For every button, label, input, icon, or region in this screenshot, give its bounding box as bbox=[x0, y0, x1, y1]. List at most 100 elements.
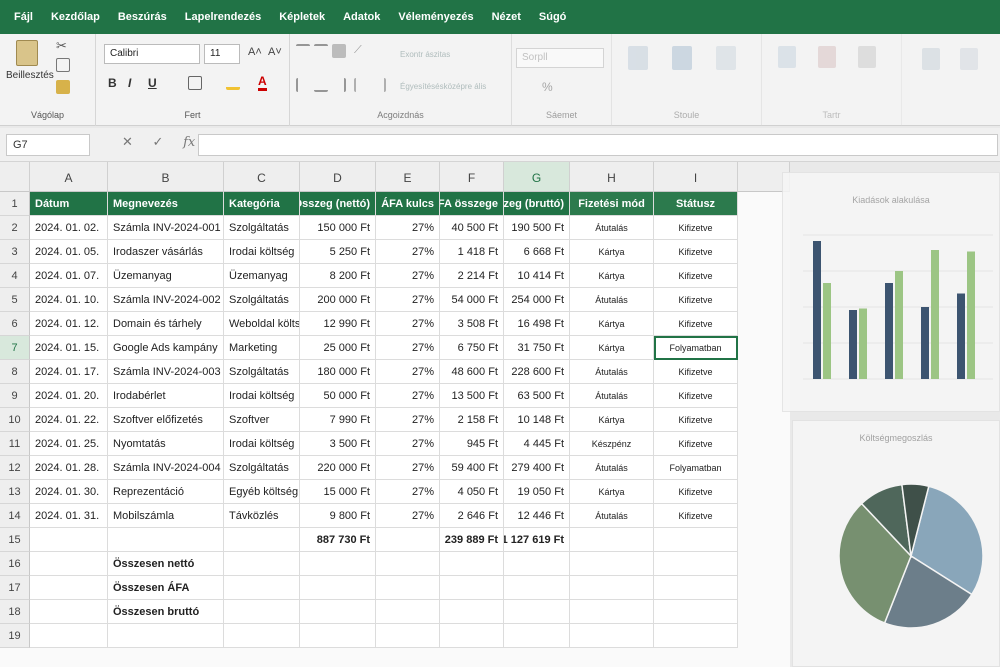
cell[interactable] bbox=[300, 600, 376, 624]
row-header[interactable]: 8 bbox=[0, 360, 30, 384]
font-color-icon[interactable]: A bbox=[258, 74, 267, 91]
cell[interactable] bbox=[376, 600, 440, 624]
cell[interactable]: Kártya bbox=[570, 408, 654, 432]
row-header[interactable]: 1 bbox=[0, 192, 30, 216]
wrap-text-button[interactable]: Exontr ászitas bbox=[400, 50, 450, 59]
cell[interactable] bbox=[570, 624, 654, 648]
format-cells-icon[interactable] bbox=[858, 46, 876, 68]
cell[interactable] bbox=[570, 552, 654, 576]
cell[interactable] bbox=[440, 600, 504, 624]
table-header-cell[interactable]: Kategória bbox=[224, 192, 300, 216]
cell[interactable]: Domain és tárhely bbox=[108, 312, 224, 336]
grow-font-icon[interactable]: A˄ bbox=[248, 46, 262, 58]
cell[interactable] bbox=[440, 624, 504, 648]
cell[interactable] bbox=[30, 600, 108, 624]
cell[interactable] bbox=[300, 576, 376, 600]
row-header[interactable]: 6 bbox=[0, 312, 30, 336]
cell[interactable] bbox=[504, 600, 570, 624]
cell[interactable]: 945 Ft bbox=[440, 432, 504, 456]
cell[interactable]: 2024. 01. 30. bbox=[30, 480, 108, 504]
bar[interactable] bbox=[921, 307, 929, 379]
bar[interactable] bbox=[849, 310, 857, 379]
cell[interactable]: Számla INV-2024-003 bbox=[108, 360, 224, 384]
cell[interactable]: 27% bbox=[376, 432, 440, 456]
cell[interactable] bbox=[376, 624, 440, 648]
cell[interactable]: 48 600 Ft bbox=[440, 360, 504, 384]
table-header-cell[interactable]: Státusz bbox=[654, 192, 738, 216]
cell[interactable]: Átutalás bbox=[570, 384, 654, 408]
italic-button[interactable]: I bbox=[128, 76, 131, 90]
cell[interactable]: Üzemanyag bbox=[108, 264, 224, 288]
align-right-icon[interactable] bbox=[332, 78, 346, 92]
total-cell[interactable]: Összesen bruttó bbox=[108, 600, 224, 624]
cell[interactable]: Egyéb költség bbox=[224, 480, 300, 504]
bold-button[interactable]: B bbox=[108, 76, 117, 90]
cell[interactable]: Irodaszer vásárlás bbox=[108, 240, 224, 264]
cell[interactable]: Reprezentáció bbox=[108, 480, 224, 504]
cell[interactable]: Számla INV-2024-001 bbox=[108, 216, 224, 240]
cell[interactable]: Nyomtatás bbox=[108, 432, 224, 456]
table-header-cell[interactable]: Összeg (bruttó) bbox=[504, 192, 570, 216]
cell[interactable] bbox=[570, 528, 654, 552]
cell[interactable]: 9 800 Ft bbox=[300, 504, 376, 528]
cell[interactable]: 15 000 Ft bbox=[300, 480, 376, 504]
align-middle-icon[interactable] bbox=[314, 44, 328, 58]
row-header[interactable]: 10 bbox=[0, 408, 30, 432]
ribbon-tab[interactable]: Adatok bbox=[343, 11, 380, 23]
row-header[interactable]: 13 bbox=[0, 480, 30, 504]
cell[interactable]: 3 500 Ft bbox=[300, 432, 376, 456]
cell[interactable]: 190 500 Ft bbox=[504, 216, 570, 240]
cell[interactable]: 27% bbox=[376, 360, 440, 384]
cell[interactable]: 27% bbox=[376, 336, 440, 360]
column-header[interactable]: A bbox=[30, 162, 108, 192]
cell[interactable]: Kártya bbox=[570, 240, 654, 264]
borders-icon[interactable] bbox=[188, 76, 202, 90]
cell[interactable]: 150 000 Ft bbox=[300, 216, 376, 240]
cell[interactable]: 10 414 Ft bbox=[504, 264, 570, 288]
cell[interactable] bbox=[504, 576, 570, 600]
cell[interactable]: 27% bbox=[376, 240, 440, 264]
cell[interactable] bbox=[440, 576, 504, 600]
cell[interactable]: 27% bbox=[376, 408, 440, 432]
cell[interactable]: Irodai költség bbox=[224, 240, 300, 264]
cell[interactable]: 1 418 Ft bbox=[440, 240, 504, 264]
table-header-cell[interactable]: Megnevezés bbox=[108, 192, 224, 216]
cell[interactable]: Készpénz bbox=[570, 432, 654, 456]
cell[interactable] bbox=[300, 552, 376, 576]
cell[interactable]: 2024. 01. 12. bbox=[30, 312, 108, 336]
cell[interactable]: Irodai költség bbox=[224, 432, 300, 456]
total-cell[interactable]: Összesen nettó bbox=[108, 552, 224, 576]
bar[interactable] bbox=[813, 241, 821, 379]
cell[interactable]: 59 400 Ft bbox=[440, 456, 504, 480]
bar[interactable] bbox=[967, 251, 975, 380]
cell[interactable]: 6 668 Ft bbox=[504, 240, 570, 264]
cut-icon[interactable]: ✂ bbox=[56, 38, 70, 53]
cell[interactable] bbox=[654, 528, 738, 552]
cell[interactable]: 10 148 Ft bbox=[504, 408, 570, 432]
table-header-cell[interactable]: ÁFA összege bbox=[440, 192, 504, 216]
paste-icon[interactable] bbox=[16, 40, 38, 66]
cell[interactable]: Kifizetve bbox=[654, 504, 738, 528]
cell[interactable]: Kifizetve bbox=[654, 360, 738, 384]
cell[interactable] bbox=[376, 576, 440, 600]
cell[interactable]: 2024. 01. 20. bbox=[30, 384, 108, 408]
cell[interactable]: Kifizetve bbox=[654, 408, 738, 432]
total-cell[interactable]: 887 730 Ft bbox=[300, 528, 376, 552]
cell[interactable]: 220 000 Ft bbox=[300, 456, 376, 480]
bar[interactable] bbox=[895, 271, 903, 379]
cell[interactable]: 13 500 Ft bbox=[440, 384, 504, 408]
cell[interactable]: Mobilszámla bbox=[108, 504, 224, 528]
column-header[interactable]: G bbox=[504, 162, 570, 192]
total-cell[interactable]: 1 127 619 Ft bbox=[504, 528, 570, 552]
cell[interactable] bbox=[300, 624, 376, 648]
cell[interactable]: Kifizetve bbox=[654, 384, 738, 408]
cell[interactable]: Marketing bbox=[224, 336, 300, 360]
bar[interactable] bbox=[885, 283, 893, 379]
cell[interactable]: Weboldal költség bbox=[224, 312, 300, 336]
cell[interactable] bbox=[224, 576, 300, 600]
cell[interactable]: 40 500 Ft bbox=[440, 216, 504, 240]
cell[interactable]: Üzemanyag bbox=[224, 264, 300, 288]
cell[interactable]: 200 000 Ft bbox=[300, 288, 376, 312]
cell[interactable] bbox=[376, 552, 440, 576]
cell[interactable]: 2024. 01. 10. bbox=[30, 288, 108, 312]
